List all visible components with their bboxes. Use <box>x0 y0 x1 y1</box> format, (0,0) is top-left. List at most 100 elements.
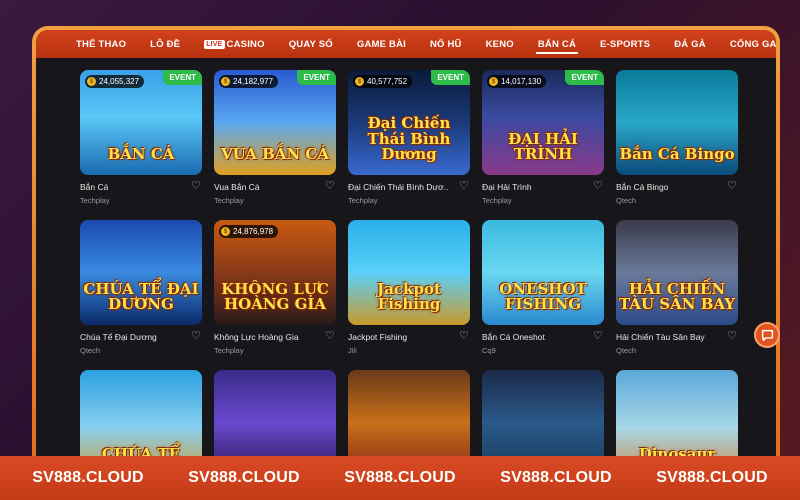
nav-item-cong-games[interactable]: CỔNG GAMES <box>718 30 776 58</box>
game-card[interactable] <box>214 370 336 456</box>
dollar-coin-icon: $ <box>87 77 96 86</box>
game-name[interactable]: Đại Hải Trình <box>482 182 532 192</box>
game-name[interactable]: Đại Chiến Thái Bình Dươ... <box>348 182 448 192</box>
nav-label: KENO <box>485 38 514 50</box>
game-card[interactable]: BẮN CÁ $24,055,327 EVENT Bắn Cá ♡ Techplay <box>80 70 202 220</box>
game-provider: Jili <box>348 346 357 355</box>
heart-outline-icon[interactable]: ♡ <box>593 331 604 342</box>
game-card[interactable]: CHÚA TỂ ĐẠI DƯƠNG Chúa Tể Đại Dương ♡ Qtech <box>80 220 202 370</box>
nav-label: E-SPORTS <box>600 38 651 50</box>
game-card[interactable]: Jackpot Fishing Jackpot Fishing ♡ Jili <box>348 220 470 370</box>
nav-item-ban-ca[interactable]: BẮN CÁ <box>526 30 588 58</box>
game-thumbnail[interactable]: VUA BẮN CÁ $24,182,977 EVENT <box>214 70 336 175</box>
heart-outline-icon[interactable]: ♡ <box>727 331 738 342</box>
nav-item-lo-de[interactable]: LÔ ĐỀ <box>138 30 192 58</box>
game-card[interactable]: ĐẠI HẢI TRÌNH $14,017,130 EVENT Đại Hải Trì… <box>482 70 604 220</box>
game-art-title: CHÚA TỂ <box>101 445 181 456</box>
game-thumbnail[interactable]: ONESHOT FISHING <box>482 220 604 325</box>
game-card[interactable] <box>482 370 604 456</box>
game-name[interactable]: Hải Chiến Tàu Sân Bay <box>616 332 705 342</box>
nav-item-da-ga[interactable]: ĐÁ GÀ <box>662 30 718 58</box>
game-provider: Techplay <box>482 196 512 205</box>
nav-label: CỔNG GAMES <box>729 38 776 50</box>
nav-item-quay-so[interactable]: QUAY SỐ <box>277 30 345 58</box>
game-meta: Đại Hải Trình ♡ <box>482 181 604 192</box>
nav-label: NỔ HŨ <box>429 38 462 50</box>
nav-item-casino[interactable]: LIVE CASINO <box>192 30 277 58</box>
heart-outline-icon[interactable]: ♡ <box>459 181 470 192</box>
game-art-title: Jackpot Fishing <box>377 279 441 314</box>
watermark-bar: SV888.CLOUD SV888.CLOUD SV888.CLOUD SV88… <box>0 456 800 500</box>
live-badge: LIVE <box>204 39 225 49</box>
game-thumbnail[interactable]: Bắn Cá Bingo <box>616 70 738 175</box>
game-name[interactable]: Bắn Cá Oneshot <box>482 332 545 342</box>
game-card[interactable]: CHÚA TỂ <box>80 370 202 456</box>
game-thumbnail[interactable]: Jackpot Fishing <box>348 220 470 325</box>
nav-item-the-thao[interactable]: THỂ THAO <box>64 30 138 58</box>
heart-outline-icon[interactable]: ♡ <box>727 181 738 192</box>
nav-item-e-sports[interactable]: E-SPORTS <box>588 30 662 58</box>
game-card[interactable]: HẢI CHIẾN TÀU SÂN BAY Hải Chiến Tàu Sân B… <box>616 220 738 370</box>
game-meta: Vua Bắn Cá ♡ <box>214 181 336 192</box>
chat-button[interactable] <box>754 322 780 348</box>
game-thumbnail[interactable]: HẢI CHIẾN TÀU SÂN BAY <box>616 220 738 325</box>
nav-item-no-hu[interactable]: NỔ HŨ <box>418 30 474 58</box>
game-card[interactable] <box>348 370 470 456</box>
game-name[interactable]: Bắn Cá <box>80 182 108 192</box>
heart-outline-icon[interactable]: ♡ <box>191 181 202 192</box>
game-art-title: BẮN CÁ <box>107 145 175 164</box>
game-name[interactable]: Không Lực Hoàng Gia <box>214 332 299 342</box>
game-art-title: ĐẠI HẢI TRÌNH <box>508 129 578 164</box>
game-name[interactable]: Bắn Cá Bingo <box>616 182 668 192</box>
device-frame: THỂ THAO LÔ ĐỀ LIVE CASINO QUAY SỐ GAME B… <box>32 26 780 456</box>
jackpot-value: 24,182,977 <box>233 77 274 86</box>
game-provider: Techplay <box>80 196 110 205</box>
game-provider: Cq9 <box>482 346 496 355</box>
game-thumbnail[interactable]: Dinosaur <box>616 370 738 456</box>
game-thumbnail[interactable] <box>348 370 470 456</box>
heart-outline-icon[interactable]: ♡ <box>325 331 336 342</box>
game-name[interactable]: Vua Bắn Cá <box>214 182 260 192</box>
dollar-coin-icon: $ <box>221 227 230 236</box>
nav-item-keno[interactable]: KENO <box>474 30 526 58</box>
heart-outline-icon[interactable]: ♡ <box>325 181 336 192</box>
jackpot-pill: $24,182,977 <box>219 75 279 88</box>
heart-outline-icon[interactable]: ♡ <box>459 331 470 342</box>
game-meta: Hải Chiến Tàu Sân Bay ♡ <box>616 331 738 342</box>
game-card[interactable]: VUA BẮN CÁ $24,182,977 EVENT Vua Bắn Cá ♡ Tec… <box>214 70 336 220</box>
game-provider: Qtech <box>80 346 101 355</box>
game-card[interactable]: ONESHOT FISHING Bắn Cá Oneshot ♡ Cq9 <box>482 220 604 370</box>
game-grid: BẮN CÁ $24,055,327 EVENT Bắn Cá ♡ Techplay VUA… <box>80 70 738 456</box>
game-thumbnail[interactable] <box>482 370 604 456</box>
top-nav: THỂ THAO LÔ ĐỀ LIVE CASINO QUAY SỐ GAME B… <box>36 30 776 58</box>
jackpot-value: 40,577,752 <box>367 77 408 86</box>
game-provider: Techplay <box>214 196 244 205</box>
game-art-title: ONESHOT FISHING <box>499 279 587 314</box>
game-thumbnail[interactable]: BẮN CÁ $24,055,327 EVENT <box>80 70 202 175</box>
game-thumbnail[interactable] <box>214 370 336 456</box>
game-card[interactable]: KHÔNG LỰC HOÀNG GIA $24,876,978 Không Lực … <box>214 220 336 370</box>
heart-outline-icon[interactable]: ♡ <box>593 181 604 192</box>
nav-label: LÔ ĐỀ <box>150 38 181 50</box>
game-artwork <box>348 370 470 456</box>
jackpot-value: 14,017,130 <box>501 77 542 86</box>
heart-outline-icon[interactable]: ♡ <box>191 331 202 342</box>
game-thumbnail[interactable]: CHÚA TỂ ĐẠI DƯƠNG <box>80 220 202 325</box>
jackpot-pill: $40,577,752 <box>353 75 413 88</box>
jackpot-pill: $24,055,327 <box>85 75 145 88</box>
game-thumbnail[interactable]: Đại Chiến Thái Bình Dương $40,577,752 EVEN… <box>348 70 470 175</box>
nav-label: CASINO <box>226 38 265 50</box>
nav-label: BẮN CÁ <box>537 38 577 50</box>
game-card[interactable]: Dinosaur <box>616 370 738 456</box>
game-meta: Bắn Cá Oneshot ♡ <box>482 331 604 342</box>
game-thumbnail[interactable]: ĐẠI HẢI TRÌNH $14,017,130 EVENT <box>482 70 604 175</box>
game-thumbnail[interactable]: CHÚA TỂ <box>80 370 202 456</box>
nav-label: ĐÁ GÀ <box>674 38 706 50</box>
game-card[interactable]: Đại Chiến Thái Bình Dương $40,577,752 EVEN… <box>348 70 470 220</box>
watermark-text: SV888.CLOUD <box>656 469 768 486</box>
nav-item-game-bai[interactable]: GAME BÀI <box>345 30 418 58</box>
game-name[interactable]: Chúa Tể Đại Dương <box>80 332 157 342</box>
game-thumbnail[interactable]: KHÔNG LỰC HOÀNG GIA $24,876,978 <box>214 220 336 325</box>
game-name[interactable]: Jackpot Fishing <box>348 332 407 342</box>
game-card[interactable]: Bắn Cá Bingo Bắn Cá Bingo ♡ Qtech <box>616 70 738 220</box>
